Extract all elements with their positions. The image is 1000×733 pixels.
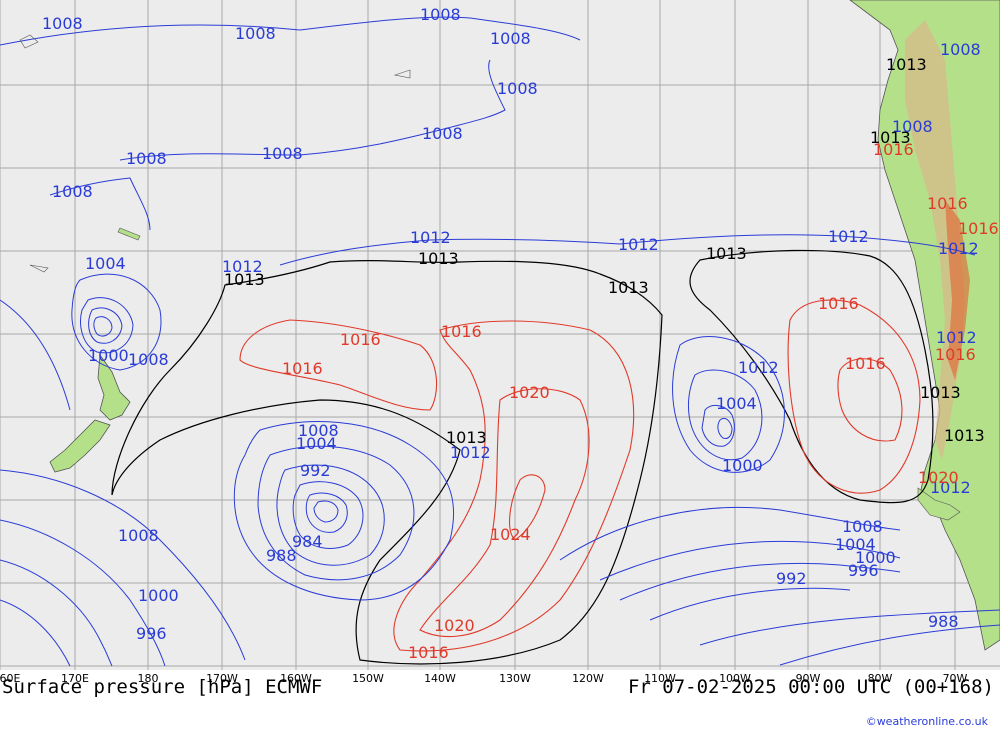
isobar-label: 1000 — [88, 346, 129, 365]
chart-title: Surface pressure [hPa] ECMWF — [2, 676, 323, 698]
isobar-label: 1004 — [85, 254, 126, 273]
isobar-label: 1008 — [42, 14, 83, 33]
isobar-label: 1013 — [608, 278, 649, 297]
isobar-label: 988 — [266, 546, 297, 565]
isobar-label: 1013 — [920, 383, 961, 402]
isobar-label: 1008 — [842, 517, 883, 536]
isobar-label: 1012 — [938, 239, 979, 258]
isobar-label: 992 — [776, 569, 807, 588]
isobar-label: 992 — [300, 461, 331, 480]
isobar-label: 1008 — [128, 350, 169, 369]
longitude-tick: 150W — [352, 672, 384, 685]
isobar-label: 1020 — [434, 616, 475, 635]
isobar-label: 996 — [136, 624, 167, 643]
isobar-label: 1012 — [828, 227, 869, 246]
isobar-label: 1016 — [441, 322, 482, 341]
isobar-label: 1000 — [722, 456, 763, 475]
isobar-label: 1016 — [935, 345, 976, 364]
isobar-label: 1008 — [422, 124, 463, 143]
isobar-label: 996 — [848, 561, 879, 580]
isobar-label: 1012 — [738, 358, 779, 377]
isobar-label: 984 — [292, 532, 323, 551]
isobar-label: 1012 — [618, 235, 659, 254]
isobar-label: 1008 — [497, 79, 538, 98]
isobar-label: 1012 — [410, 228, 451, 247]
isobar-label: 1020 — [509, 383, 550, 402]
isobar-label: 1016 — [282, 359, 323, 378]
isobar-label: 1000 — [138, 586, 179, 605]
isobar-label: 1008 — [298, 421, 339, 440]
isobar-label: 1004 — [716, 394, 757, 413]
isobar-label: 1016 — [340, 330, 381, 349]
isobar-label: 1008 — [262, 144, 303, 163]
isobar-label: 1008 — [52, 182, 93, 201]
isobar-label: 1020 — [918, 468, 959, 487]
isobar-label: 1012 — [936, 328, 977, 347]
isobar-label: 1013 — [706, 244, 747, 263]
isobar-label: 1008 — [126, 149, 167, 168]
credit-link[interactable]: ©weatheronline.co.uk — [866, 715, 988, 728]
isobar-label: 1013 — [446, 428, 487, 447]
isobar-label: 1008 — [420, 5, 461, 24]
isobar-label: 1016 — [927, 194, 968, 213]
isobar-label: 1012 — [450, 443, 491, 462]
isobar-label: 1016 — [873, 140, 914, 159]
isobar-label: 1008 — [940, 40, 981, 59]
longitude-tick: 140W — [424, 672, 456, 685]
longitude-tick: 120W — [572, 672, 604, 685]
isobar-label: 1008 — [490, 29, 531, 48]
isobar-label: 988 — [928, 612, 959, 631]
isobar-label: 1013 — [886, 55, 927, 74]
isobar-label: 1016 — [818, 294, 859, 313]
isobar-label: 1013 — [224, 270, 265, 289]
isobar-label: 1013 — [418, 249, 459, 268]
isobar-label: 1008 — [118, 526, 159, 545]
isobar-label: 1016 — [958, 219, 999, 238]
longitude-tick: 130W — [499, 672, 531, 685]
isobar-label: 1013 — [944, 426, 985, 445]
isobar-label: 1024 — [490, 525, 531, 544]
isobar-label: 1008 — [235, 24, 276, 43]
valid-time: Fr 07-02-2025 00:00 UTC (00+168) — [627, 676, 994, 698]
isobar-label: 1016 — [845, 354, 886, 373]
isobar-label: 1016 — [408, 643, 449, 662]
